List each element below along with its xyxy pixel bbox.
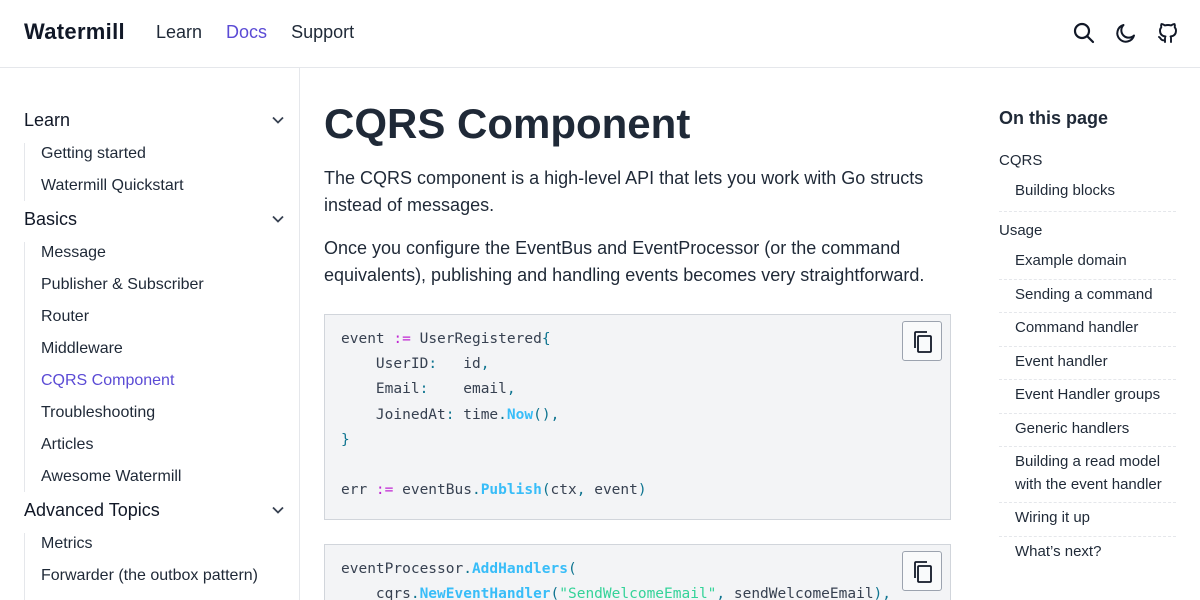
- toc-divider: [999, 379, 1176, 380]
- code-block: eventProcessor.AddHandlers( cqrs.NewEven…: [324, 544, 951, 600]
- code-text: JoinedAt: time.Now(),: [341, 407, 560, 423]
- toc-link-wiring-it-up[interactable]: Wiring it up: [1015, 506, 1176, 529]
- toc-divider: [999, 312, 1176, 313]
- sidebar-section-label: Advanced Topics: [24, 500, 160, 520]
- nav-docs[interactable]: Docs: [226, 22, 267, 43]
- nav-learn[interactable]: Learn: [156, 22, 202, 43]
- code-text: err := eventBus.Publish(ctx, event): [341, 482, 647, 498]
- sidebar-section-learn[interactable]: Learn: [24, 108, 286, 134]
- copy-icon: [914, 561, 932, 583]
- toc-link-command-handler[interactable]: Command handler: [1015, 316, 1176, 339]
- sidebar-item-publisher-subscriber[interactable]: Publisher & Subscriber: [41, 276, 204, 294]
- code-text: eventProcessor.AddHandlers(: [341, 561, 577, 577]
- copy-code-button[interactable]: [902, 321, 942, 361]
- main-nav: Learn Docs Support: [156, 22, 354, 43]
- sidebar: Learn Getting started Watermill Quicksta…: [0, 68, 300, 600]
- toc-divider: [999, 346, 1176, 347]
- sidebar-group-learn: Getting started Watermill Quickstart: [24, 143, 286, 201]
- toc-link-example-domain[interactable]: Example domain: [1015, 249, 1176, 272]
- github-icon[interactable]: [1156, 21, 1180, 45]
- toc-link-whats-next[interactable]: What’s next?: [1015, 540, 1176, 563]
- toc-link-cqrs[interactable]: CQRS: [999, 152, 1042, 169]
- sidebar-item-forwarder[interactable]: Forwarder (the outbox pattern): [41, 567, 258, 585]
- toc-link-generic-handlers[interactable]: Generic handlers: [1015, 417, 1176, 440]
- sidebar-item-middleware[interactable]: Middleware: [41, 340, 123, 358]
- sidebar-item-watermill-quickstart[interactable]: Watermill Quickstart: [41, 177, 184, 195]
- toc-title: On this page: [999, 108, 1109, 128]
- sidebar-section-label: Learn: [24, 110, 71, 130]
- toc-divider: [999, 413, 1176, 414]
- code-line: }: [341, 432, 350, 452]
- sidebar-item-router[interactable]: Router: [41, 308, 89, 326]
- intro-paragraph: The CQRS component is a high-level API t…: [324, 168, 924, 215]
- sidebar-item-troubleshooting[interactable]: Troubleshooting: [41, 404, 155, 422]
- code-line: cqrs.NewEventHandler("SendWelcomeEmail",…: [341, 586, 891, 600]
- chevron-down-icon[interactable]: [270, 502, 286, 518]
- copy-icon: [914, 331, 932, 353]
- toc-link-event-handler-groups[interactable]: Event Handler groups: [1015, 383, 1176, 406]
- nav-support[interactable]: Support: [291, 22, 354, 43]
- code-text: event := UserRegistered{: [341, 331, 551, 347]
- toc-divider: [999, 446, 1176, 447]
- code-text: UserID: id,: [341, 356, 490, 372]
- intro-paragraph: Once you configure the EventBus and Even…: [324, 238, 925, 285]
- toc-link-sending-a-command[interactable]: Sending a command: [1015, 283, 1176, 306]
- code-line: eventProcessor.AddHandlers(: [341, 561, 577, 581]
- toc-link-event-handler[interactable]: Event handler: [1015, 350, 1176, 373]
- sidebar-item-metrics[interactable]: Metrics: [41, 535, 93, 553]
- toc-divider: [999, 502, 1176, 503]
- sidebar-section-basics[interactable]: Basics: [24, 207, 286, 233]
- sidebar-group-basics: Message Publisher & Subscriber Router Mi…: [24, 242, 286, 492]
- page-title: CQRS Component: [324, 100, 691, 147]
- code-line: JoinedAt: time.Now(),: [341, 407, 559, 427]
- top-navigation-bar: Watermill Learn Docs Support: [0, 0, 1200, 68]
- sidebar-section-advanced-topics[interactable]: Advanced Topics: [24, 498, 286, 524]
- code-line: err := eventBus.Publish(ctx, event): [341, 482, 647, 502]
- toc-link-usage[interactable]: Usage: [999, 222, 1042, 239]
- toc-divider: [999, 536, 1176, 537]
- sidebar-item-message[interactable]: Message: [41, 244, 106, 262]
- code-text: cqrs.NewEventHandler("SendWelcomeEmail",…: [341, 586, 892, 600]
- chevron-down-icon[interactable]: [270, 211, 286, 227]
- code-line: Email: email,: [341, 381, 516, 401]
- sidebar-item-articles[interactable]: Articles: [41, 436, 93, 454]
- code-text: Email: email,: [341, 381, 516, 397]
- toc-link-building-blocks[interactable]: Building blocks: [1015, 179, 1176, 202]
- header-actions: [1072, 21, 1180, 45]
- code-line: event := UserRegistered{: [341, 331, 551, 351]
- sidebar-item-awesome-watermill[interactable]: Awesome Watermill: [41, 468, 181, 486]
- moon-icon[interactable]: [1114, 21, 1138, 45]
- code-line: UserID: id,: [341, 356, 490, 376]
- sidebar-item-getting-started[interactable]: Getting started: [41, 145, 146, 163]
- toc-link-building-a-read-model[interactable]: Building a read model with the event han…: [1015, 450, 1176, 496]
- code-block: event := UserRegistered{ UserID: id, Ema…: [324, 314, 951, 520]
- search-icon[interactable]: [1072, 21, 1096, 45]
- sidebar-section-label: Basics: [24, 209, 78, 229]
- code-text: }: [341, 432, 350, 448]
- sidebar-item-cqrs-component[interactable]: CQRS Component: [41, 372, 174, 390]
- sidebar-group-advanced-topics: Metrics Forwarder (the outbox pattern): [24, 533, 286, 600]
- toc-divider: [999, 211, 1176, 212]
- brand-logo[interactable]: Watermill: [24, 19, 125, 45]
- toc-divider: [999, 279, 1176, 280]
- copy-code-button[interactable]: [902, 551, 942, 591]
- chevron-down-icon[interactable]: [270, 112, 286, 128]
